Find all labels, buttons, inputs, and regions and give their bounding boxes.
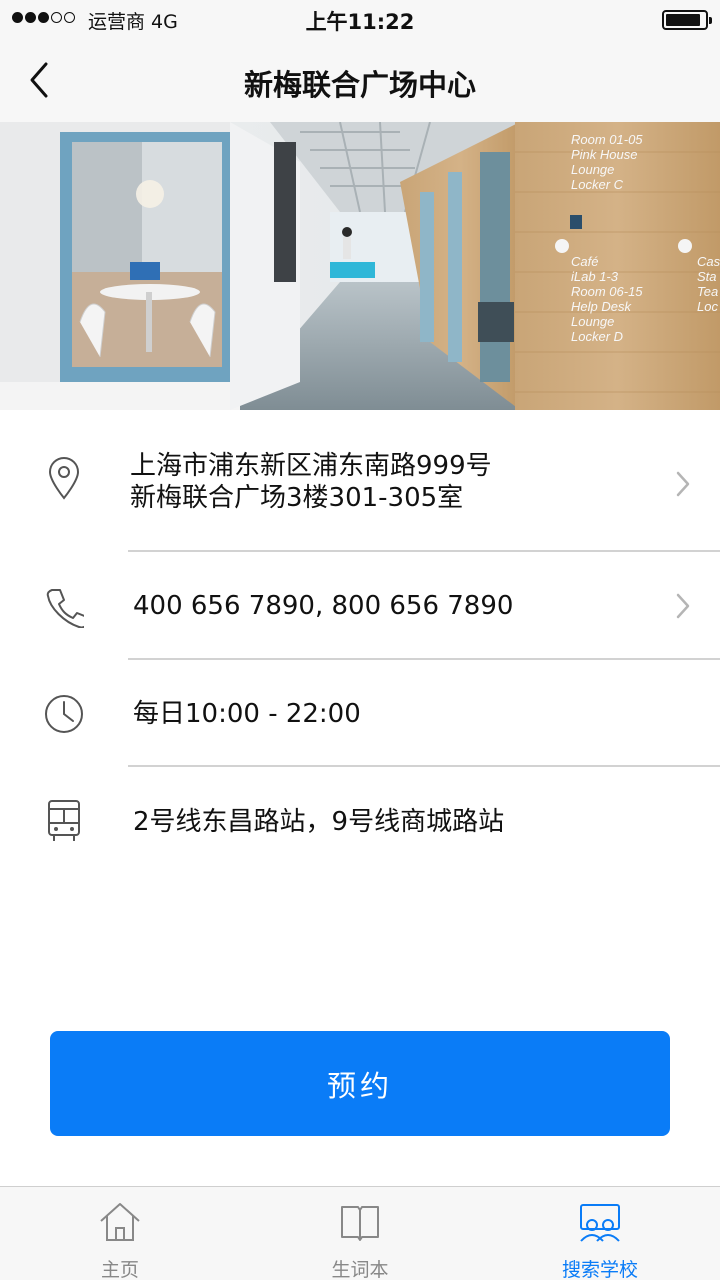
navigation-bar: 新梅联合广场中心	[0, 40, 720, 122]
wall-sign-text: Café	[571, 254, 598, 269]
wall-sign-text: Lounge	[571, 314, 614, 329]
bus-icon	[48, 800, 80, 841]
status-time: 上午11:22	[305, 10, 415, 34]
book-icon	[341, 1206, 379, 1241]
wall-sign-text: Tea	[697, 284, 718, 299]
tab-label: 搜索学校	[561, 1259, 638, 1280]
wall-sign-text: Pink House	[571, 147, 637, 162]
wall-sign-text: Loc	[697, 299, 718, 314]
wall-sign-text: iLab 1-3	[571, 269, 619, 284]
wall-sign-text: Locker D	[571, 329, 623, 344]
tab-bar: 主页 生词本 搜索学校	[0, 1186, 720, 1280]
home-icon	[100, 1203, 140, 1241]
tab-vocabulary[interactable]: 生词本	[240, 1187, 480, 1280]
phone-numbers: 400 656 7890, 800 656 7890	[133, 591, 514, 621]
clock-icon	[45, 695, 83, 733]
address-row[interactable]: 上海市浦东新区浦东南路999号 新梅联合广场3楼301-305室	[0, 440, 720, 551]
book-button[interactable]: 预约	[50, 1031, 670, 1136]
hours-row: 每日10:00 - 22:00	[0, 660, 720, 766]
status-bar: 运营商 4G 上午11:22	[0, 0, 720, 40]
tab-home[interactable]: 主页	[0, 1187, 240, 1280]
school-search-icon	[580, 1204, 620, 1242]
tab-label: 主页	[100, 1259, 139, 1280]
tab-label: 生词本	[331, 1259, 389, 1280]
location-pin-icon	[48, 457, 80, 500]
tab-school-search[interactable]: 搜索学校	[480, 1187, 720, 1280]
wall-sign-text: Locker C	[571, 177, 624, 192]
page-title: 新梅联合广场中心	[243, 68, 476, 102]
wall-sign-text: Lounge	[571, 162, 614, 177]
transit-stations: 2号线东昌路站，9号线商城路站	[133, 807, 505, 837]
wall-sign-text: Cas	[697, 254, 720, 269]
battery-icon	[662, 10, 712, 30]
wall-sign-text: Room 06-15	[571, 284, 643, 299]
wall-sign-text: Room 01-05	[571, 132, 643, 147]
address-line-1: 上海市浦东新区浦东南路999号	[130, 451, 492, 481]
chevron-right-icon	[676, 593, 690, 619]
opening-hours: 每日10:00 - 22:00	[133, 699, 361, 729]
phone-row[interactable]: 400 656 7890, 800 656 7890	[0, 552, 720, 658]
chevron-right-icon	[676, 471, 690, 497]
wall-sign-text: Sta	[697, 269, 717, 284]
address-line-2: 新梅联合广场3楼301-305室	[130, 483, 464, 513]
wall-sign-text: Help Desk	[571, 299, 632, 314]
center-photo: Room 01-05 Pink House Lounge Locker C Café iL…	[0, 122, 720, 410]
phone-icon	[46, 589, 84, 628]
transit-row: 2号线东昌路站，9号线商城路站	[0, 767, 720, 873]
